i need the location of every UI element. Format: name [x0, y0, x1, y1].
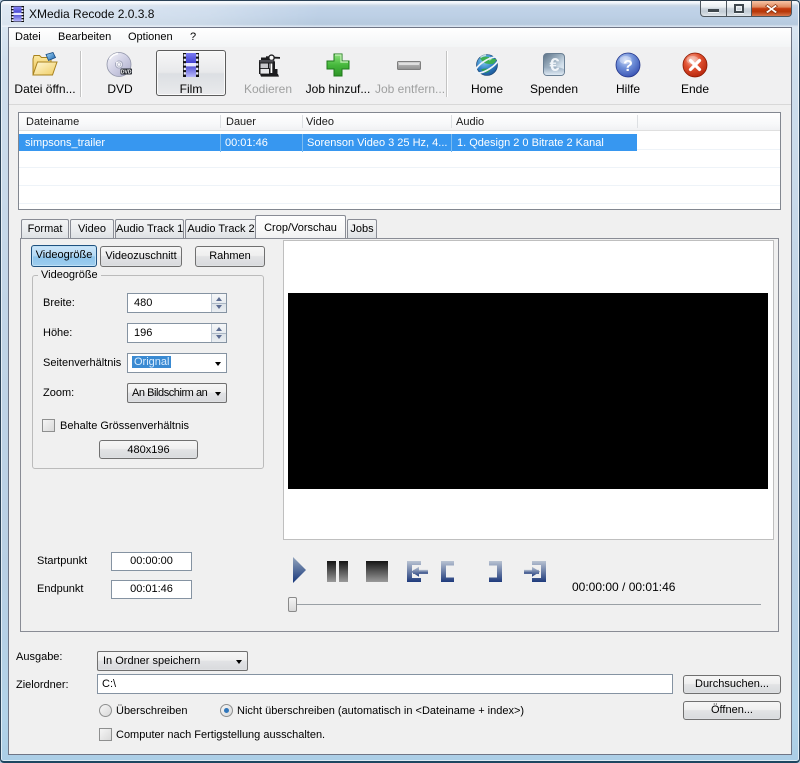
- svg-text:€: €: [549, 55, 559, 75]
- svg-text:DVD: DVD: [121, 69, 132, 75]
- svg-text:?: ?: [623, 58, 633, 75]
